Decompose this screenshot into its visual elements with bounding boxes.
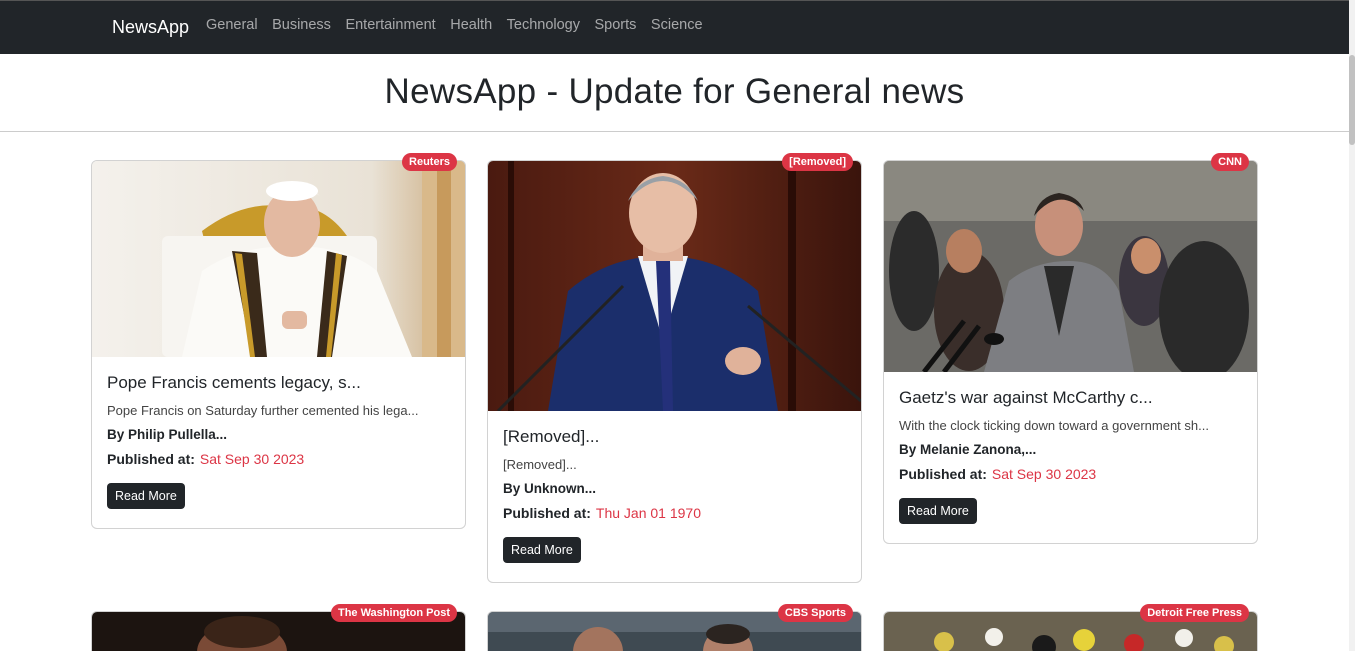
- published-date: Thu Jan 01 1970: [595, 505, 701, 521]
- brand-logo[interactable]: NewsApp: [112, 17, 189, 38]
- news-image: [92, 161, 465, 357]
- published-label: Published at:: [107, 451, 195, 467]
- nav-link-technology[interactable]: Technology: [507, 17, 580, 33]
- news-card: [Removed] [Removed]... [Removed]... By U…: [487, 153, 862, 583]
- source-badge: CBS Sports: [777, 604, 853, 622]
- published-label: Published at:: [899, 466, 987, 482]
- published-date: Sat Sep 30 2023: [199, 451, 305, 467]
- card-body: Pope Francis cements legacy, s... Pope F…: [92, 357, 465, 523]
- press-conference-photo: [884, 161, 1257, 372]
- card-title: [Removed]...: [503, 427, 600, 446]
- published-date: Sat Sep 30 2023: [991, 466, 1097, 482]
- scrollbar[interactable]: [1349, 0, 1355, 651]
- published-label: Published at:: [503, 505, 591, 521]
- source-badge: CNN: [1211, 153, 1249, 171]
- card-published: Published at: Sat Sep 30 2023: [107, 451, 450, 467]
- read-more-button[interactable]: Read More: [107, 483, 185, 509]
- source-badge: The Washington Post: [330, 604, 457, 622]
- card-body: [Removed]... [Removed]... By Unknown... …: [488, 411, 861, 577]
- read-more-button[interactable]: Read More: [503, 537, 581, 563]
- divider: [0, 131, 1349, 132]
- card-published: Published at: Sat Sep 30 2023: [899, 466, 1242, 482]
- card-title: Pope Francis cements legacy, s...: [107, 373, 361, 392]
- nav-link-sports[interactable]: Sports: [595, 17, 637, 33]
- page-title: NewsApp - Update for General news: [384, 72, 965, 111]
- nav-link-general[interactable]: General: [206, 17, 258, 33]
- navbar: NewsApp General Business Entertainment H…: [0, 0, 1349, 54]
- source-badge: Detroit Free Press: [1140, 604, 1249, 622]
- scrollbar-thumb[interactable]: [1349, 55, 1355, 145]
- news-card: The Washington Post: [91, 604, 466, 651]
- card-published: Published at: Thu Jan 01 1970: [503, 505, 846, 521]
- read-more-button[interactable]: Read More: [899, 498, 977, 524]
- pope-photo: [92, 161, 465, 357]
- card-body: Gaetz's war against McCarthy c... With t…: [884, 372, 1257, 538]
- source-badge: Reuters: [402, 153, 457, 171]
- nav-link-entertainment[interactable]: Entertainment: [345, 17, 435, 33]
- news-card: Reuters Pope Francis cements legacy, s..…: [91, 153, 466, 529]
- news-card: CBS Sports: [487, 604, 862, 651]
- nav-link-health[interactable]: Health: [450, 17, 492, 33]
- card-title: Gaetz's war against McCarthy c...: [899, 388, 1153, 407]
- card-description: Pope Francis on Saturday further cemente…: [107, 403, 419, 418]
- nav-links: General Business Entertainment Health Te…: [206, 17, 717, 33]
- card-description: With the clock ticking down toward a gov…: [899, 418, 1209, 433]
- nav-link-science[interactable]: Science: [651, 17, 703, 33]
- card-author: By Melanie Zanona,...: [899, 442, 1037, 457]
- news-image: [884, 161, 1257, 372]
- card-author: By Unknown...: [503, 481, 597, 496]
- source-badge: [Removed]: [782, 153, 853, 171]
- news-card: Detroit Free Press: [883, 604, 1258, 651]
- news-image: [488, 161, 861, 411]
- nav-link-business[interactable]: Business: [272, 17, 331, 33]
- speaker-photo: [488, 161, 861, 411]
- news-card: CNN Gaetz's war against McCarthy c... Wi…: [883, 153, 1258, 544]
- card-description: [Removed]...: [503, 457, 577, 472]
- card-author: By Philip Pullella...: [107, 427, 228, 442]
